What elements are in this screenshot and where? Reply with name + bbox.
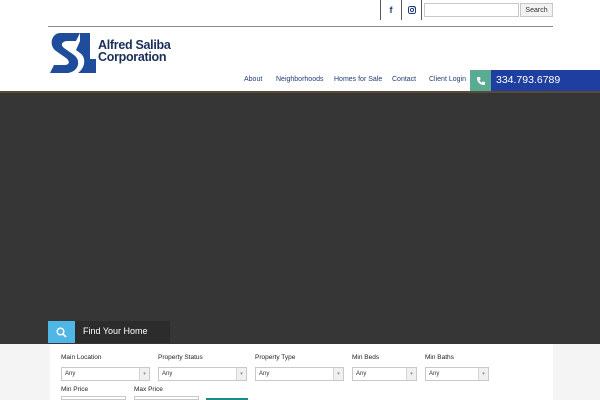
top-bar: f Search (48, 0, 553, 27)
logo-mark-icon (50, 33, 96, 73)
nav-client-login[interactable]: Client Login (429, 76, 466, 83)
nav-about[interactable]: About (244, 76, 262, 83)
phone-icon (470, 70, 491, 91)
facebook-icon[interactable]: f (380, 0, 401, 20)
property-type-label: Property Type (255, 354, 296, 361)
logo-line-2: Corporation (98, 50, 167, 64)
find-your-home-label: Find Your Home (83, 326, 148, 336)
min-price-select[interactable] (61, 396, 126, 400)
property-type-select[interactable]: Any ▾ (255, 367, 344, 381)
search-button[interactable]: Search (520, 3, 553, 17)
nav-neighborhoods[interactable]: Neighborhoods (276, 76, 323, 83)
nav-contact[interactable]: Contact (392, 76, 416, 83)
min-beds-select[interactable]: Any ▾ (352, 367, 417, 381)
company-logo[interactable]: Alfred Saliba Corporation (50, 31, 180, 75)
search-icon (48, 321, 75, 343)
main-location-select[interactable]: Any ▾ (61, 367, 150, 381)
property-type-value: Any (259, 371, 270, 377)
chevron-down-icon: ▾ (478, 368, 488, 380)
min-baths-label: Min Baths (425, 354, 454, 361)
property-status-value: Any (162, 371, 173, 377)
phone-cta[interactable]: 334.793.6789 (470, 70, 600, 91)
logo-text: Alfred Saliba Corporation (98, 39, 171, 64)
nav-homes-for-sale[interactable]: Homes for Sale (334, 76, 382, 83)
main-location-label: Main Location (61, 354, 102, 361)
max-price-select[interactable] (134, 396, 199, 400)
max-price-label: Max Price (134, 386, 163, 393)
main-location-value: Any (65, 371, 76, 377)
min-price-label: Min Price (61, 386, 89, 393)
min-baths-value: Any (429, 371, 440, 377)
site-search-input[interactable] (424, 3, 519, 17)
property-status-label: Property Status (158, 354, 203, 361)
chevron-down-icon: ▾ (139, 368, 149, 380)
min-baths-select[interactable]: Any ▾ (425, 367, 489, 381)
phone-number: 334.793.6789 (496, 74, 561, 86)
find-your-home-tab[interactable]: Find Your Home (48, 321, 170, 343)
min-beds-label: Min Beds (352, 354, 380, 361)
hero-banner (0, 91, 600, 344)
chevron-down-icon: ▾ (406, 368, 416, 380)
page: f Search Alfred Saliba Corporation About… (0, 0, 600, 400)
chevron-down-icon: ▾ (333, 368, 343, 380)
property-status-select[interactable]: Any ▾ (158, 367, 247, 381)
chevron-down-icon: ▾ (236, 368, 246, 380)
instagram-glyph (407, 6, 416, 14)
instagram-icon[interactable] (401, 0, 422, 20)
min-beds-value: Any (356, 371, 367, 377)
